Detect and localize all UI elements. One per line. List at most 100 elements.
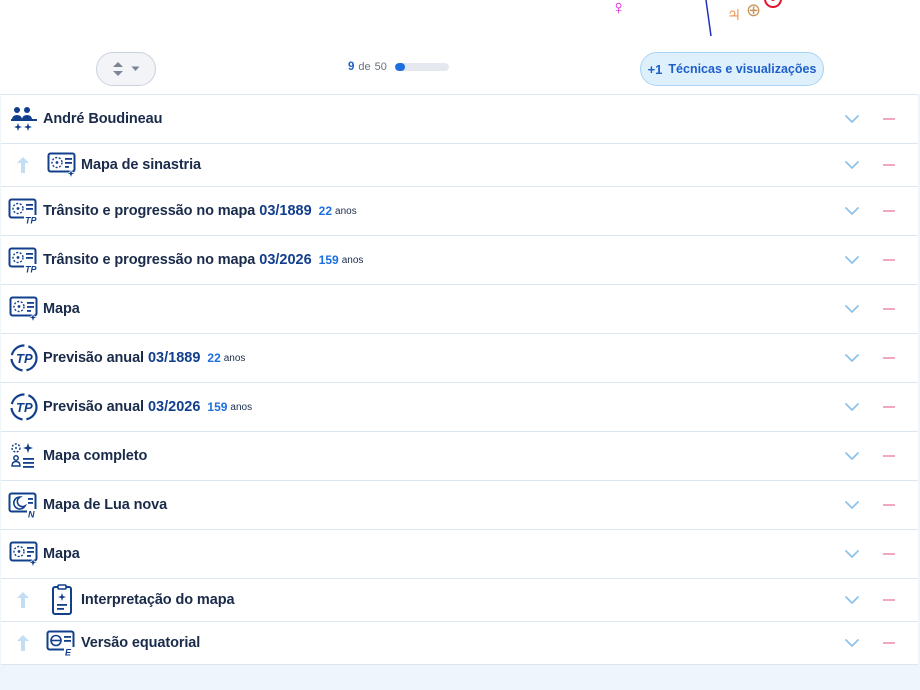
- item-age-unit: anos: [341, 254, 364, 266]
- svg-text:TP: TP: [25, 265, 37, 274]
- list-item[interactable]: Mapa completo: [1, 431, 918, 481]
- remove-minus-icon[interactable]: [883, 642, 895, 644]
- item-title: Mapa de Lua nova: [43, 497, 168, 513]
- chart-preview: ♀ 18 ♃ ⊕: [0, 0, 920, 44]
- chart-line: [705, 0, 712, 37]
- svg-text:TP: TP: [16, 400, 33, 415]
- item-title: Mapa de sinastria: [81, 157, 201, 173]
- item-title: Mapa: [43, 546, 80, 562]
- item-title: André Boudineau: [43, 111, 163, 127]
- item-age-unit: anos: [230, 401, 253, 413]
- list-bottom: [0, 676, 920, 690]
- remove-minus-icon[interactable]: [883, 357, 895, 359]
- list-item[interactable]: André Boudineau: [1, 94, 918, 144]
- expand-chevron-icon[interactable]: [843, 110, 861, 128]
- item-title: Previsão anual: [43, 399, 144, 415]
- progress-fill: [394, 63, 405, 71]
- sort-icon: [113, 62, 123, 76]
- list-item[interactable]: TP Previsão anual 03/1889 22 anos: [1, 333, 918, 383]
- expand-chevron-icon[interactable]: [843, 545, 861, 563]
- sun-icon: [764, 0, 782, 8]
- item-date: 03/2026: [259, 252, 312, 268]
- list-item[interactable]: E Versão equatorial: [1, 621, 918, 665]
- item-date: 03/1889: [147, 350, 201, 366]
- item-title: Mapa: [43, 301, 80, 317]
- item-title: Mapa completo: [43, 448, 148, 464]
- expand-chevron-icon[interactable]: [843, 202, 861, 220]
- item-title: Versão equatorial: [81, 635, 201, 651]
- remove-minus-icon[interactable]: [883, 164, 895, 166]
- controls-bar: 9 de 50 +1 Técnicas e visualizações: [0, 44, 920, 94]
- list-item[interactable]: N Mapa de Lua nova: [1, 480, 918, 530]
- equatorial-chart-icon: E: [45, 626, 79, 660]
- list-item[interactable]: TP Trânsito e progressão no mapa 03/2026 1…: [1, 235, 918, 285]
- remove-minus-icon[interactable]: [883, 308, 895, 310]
- caret-down-icon: [131, 66, 140, 71]
- item-age: 22: [207, 351, 221, 365]
- item-title: Previsão anual: [43, 350, 144, 366]
- indent: [1, 591, 45, 609]
- progress-bar: [394, 63, 449, 71]
- item-title: Trânsito e progressão no mapa: [43, 203, 256, 219]
- item-age: 159: [318, 253, 339, 267]
- techniques-count: +1: [647, 61, 663, 77]
- item-date: 03/1889: [259, 203, 312, 219]
- expand-chevron-icon[interactable]: [843, 156, 861, 174]
- chart-sparkle-icon: [45, 148, 79, 182]
- remove-minus-icon[interactable]: [883, 504, 895, 506]
- item-age: 22: [318, 204, 333, 218]
- indent: [1, 156, 45, 174]
- progress-indicator: 9 de 50: [348, 61, 449, 73]
- expand-chevron-icon[interactable]: [843, 634, 861, 652]
- item-date: 03/2026: [147, 399, 201, 415]
- svg-text:TP: TP: [16, 351, 33, 366]
- remove-minus-icon[interactable]: [883, 118, 895, 120]
- chart-sparkle-icon: [7, 292, 41, 326]
- remove-minus-icon[interactable]: [883, 406, 895, 408]
- tp-circle-icon: TP: [7, 341, 41, 375]
- expand-chevron-icon[interactable]: [843, 591, 861, 609]
- item-age: 159: [207, 400, 228, 414]
- item-title: Interpretação do mapa: [81, 592, 235, 608]
- svg-text:N: N: [28, 510, 35, 519]
- expand-chevron-icon[interactable]: [843, 300, 861, 318]
- progress-total: 50: [374, 61, 387, 73]
- expand-chevron-icon[interactable]: [843, 398, 861, 416]
- expand-chevron-icon[interactable]: [843, 349, 861, 367]
- remove-minus-icon[interactable]: [883, 599, 895, 601]
- tp-circle-icon: TP: [7, 390, 41, 424]
- list-item[interactable]: TP Trânsito e progressão no mapa 03/1889 2…: [1, 186, 918, 236]
- svg-text:TP: TP: [25, 216, 37, 225]
- sub-item-arrow-icon: [17, 592, 29, 608]
- venus-glyph: ♀: [611, 0, 626, 19]
- sub-item-arrow-icon: [17, 157, 29, 173]
- remove-minus-icon[interactable]: [883, 455, 895, 457]
- list-item[interactable]: TP Previsão anual 03/2026 159 anos: [1, 382, 918, 432]
- list-item[interactable]: Interpretação do mapa: [1, 578, 918, 622]
- earth-glyph: ⊕: [746, 0, 762, 20]
- expand-chevron-icon[interactable]: [843, 447, 861, 465]
- sort-button[interactable]: [96, 52, 156, 86]
- remove-minus-icon[interactable]: [883, 259, 895, 261]
- degree-label: 18: [726, 0, 734, 1]
- item-age-unit: anos: [223, 352, 246, 364]
- full-chart-icon: [7, 439, 41, 473]
- jupiter-glyph: ♃: [726, 3, 742, 26]
- list-item[interactable]: Mapa: [1, 284, 918, 334]
- techniques-label: Técnicas e visualizações: [668, 62, 817, 76]
- interpretation-icon: [45, 583, 79, 617]
- techniques-button[interactable]: +1 Técnicas e visualizações: [640, 52, 824, 86]
- remove-minus-icon[interactable]: [883, 210, 895, 212]
- item-title: Trânsito e progressão no mapa: [43, 252, 256, 268]
- chart-tp-icon: TP: [7, 243, 41, 277]
- chart-sparkle-icon: [7, 537, 41, 571]
- progress-of: de: [358, 61, 371, 73]
- technique-list: André Boudineau Mapa de sinastria TP Trâ…: [0, 94, 920, 665]
- sub-item-arrow-icon: [17, 635, 29, 651]
- list-item[interactable]: Mapa: [1, 529, 918, 579]
- expand-chevron-icon[interactable]: [843, 496, 861, 514]
- remove-minus-icon[interactable]: [883, 553, 895, 555]
- list-item[interactable]: Mapa de sinastria: [1, 143, 918, 187]
- indent: [1, 634, 45, 652]
- expand-chevron-icon[interactable]: [843, 251, 861, 269]
